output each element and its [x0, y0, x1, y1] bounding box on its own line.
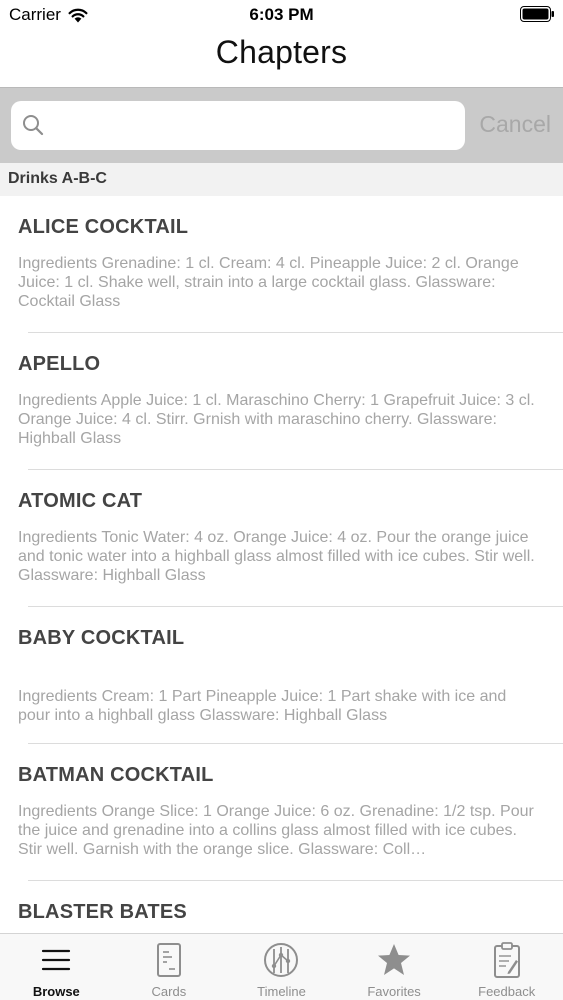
drink-title: ATOMIC CAT	[18, 490, 143, 512]
screen: Carrier 6:03 PM Chapters Cancel Drinks A…	[0, 0, 563, 1000]
tab-cards[interactable]: Cards	[113, 934, 226, 1000]
tab-label: Timeline	[257, 984, 306, 999]
search-bar: Cancel	[0, 87, 563, 163]
list-item[interactable]: BABY COCKTAIL Ingredients Cream: 1 Part …	[0, 607, 563, 744]
list-item[interactable]: BATMAN COCKTAIL Ingredients Orange Slice…	[0, 744, 563, 881]
card-icon	[156, 943, 181, 977]
tab-bar: Browse Cards Timeline Favorites Feedback	[0, 933, 563, 1000]
star-icon	[378, 944, 411, 975]
drink-description: Ingredients Cream: 1 Part Pineapple Juic…	[18, 688, 507, 724]
drink-description: Ingredients Apple Juice: 1 cl. Maraschin…	[18, 392, 535, 447]
drink-title: APELLO	[18, 353, 101, 375]
drink-title: BABY COCKTAIL	[18, 627, 185, 649]
tab-favorites[interactable]: Favorites	[338, 934, 451, 1000]
status-time: 6:03 PM	[249, 5, 314, 24]
clipboard-icon	[493, 942, 520, 978]
tab-label: Browse	[32, 984, 80, 999]
nav-bar: Chapters	[0, 30, 563, 86]
tab-browse[interactable]: Browse	[0, 934, 113, 1000]
list-item[interactable]: APELLO Ingredients Apple Juice: 1 cl. Ma…	[0, 333, 563, 470]
drink-title: BATMAN COCKTAIL	[18, 764, 214, 786]
tab-feedback[interactable]: Feedback	[450, 934, 563, 1000]
tab-label: Cards	[151, 984, 187, 999]
drink-title: BLASTER BATES	[18, 901, 187, 923]
tab-label: Favorites	[367, 984, 421, 999]
drink-title: ALICE COCKTAIL	[18, 216, 189, 238]
section-title: Drinks A-B-C	[8, 170, 107, 187]
cancel-button[interactable]: Cancel	[479, 111, 551, 138]
search-icon	[23, 115, 44, 136]
page-title: Chapters	[215, 34, 348, 70]
list-item[interactable]: ALICE COCKTAIL Ingredients Grenadine: 1 …	[0, 196, 563, 333]
status-bar: Carrier 6:03 PM	[0, 0, 563, 30]
timeline-icon	[264, 943, 299, 977]
drink-description: Ingredients Orange Slice: 1 Orange Juice…	[18, 803, 534, 858]
tab-label: Feedback	[478, 984, 536, 999]
list-item[interactable]: ATOMIC CAT Ingredients Tonic Water: 4 oz…	[0, 470, 563, 607]
tab-timeline[interactable]: Timeline	[225, 934, 338, 1000]
drink-description: Ingredients Grenadine: 1 cl. Cream: 4 cl…	[18, 255, 519, 310]
search-input[interactable]	[55, 101, 455, 150]
drinks-list[interactable]: ALICE COCKTAIL Ingredients Grenadine: 1 …	[0, 196, 563, 933]
battery-icon	[520, 6, 554, 22]
search-field[interactable]	[11, 101, 465, 150]
section-header: Drinks A-B-C	[0, 163, 563, 196]
drink-description: Ingredients Tonic Water: 4 oz. Orange Ju…	[18, 529, 535, 584]
list-icon	[42, 949, 71, 971]
list-item[interactable]: BLASTER BATES	[0, 881, 563, 933]
